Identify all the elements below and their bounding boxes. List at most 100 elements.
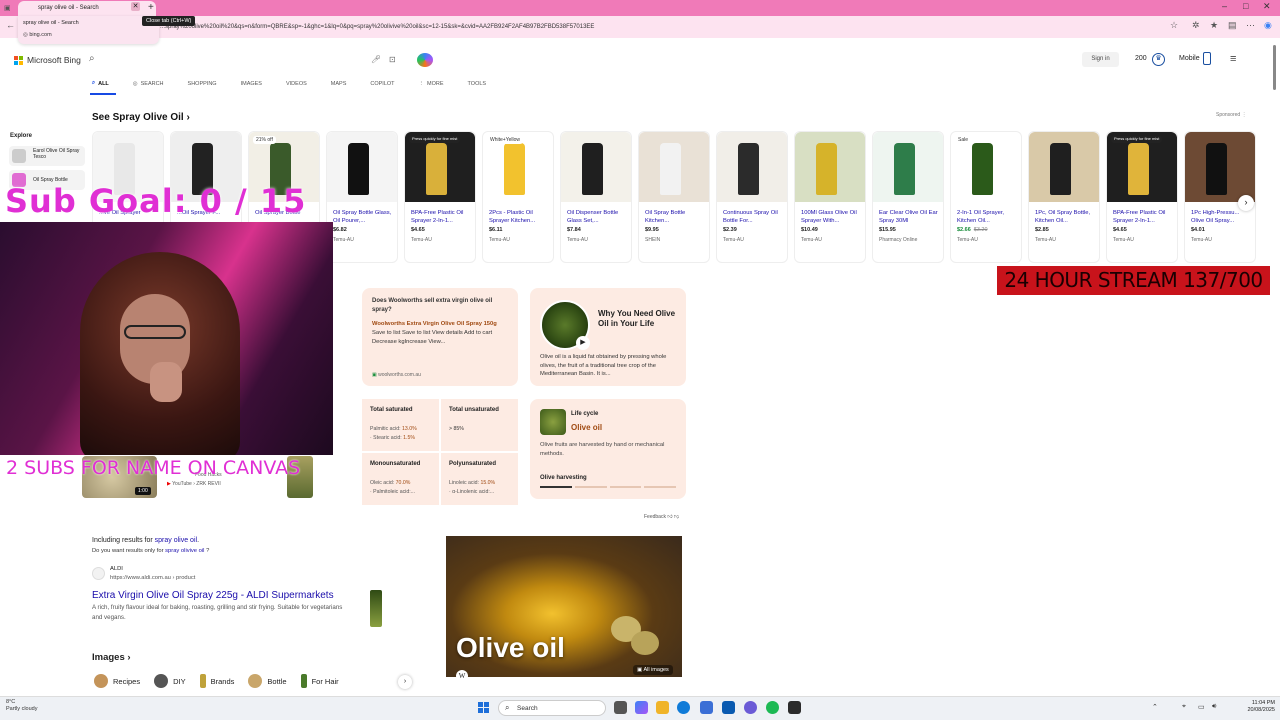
product-card[interactable]: Oil Spray Bottle Glass, Oil Pourer,... $6… [326, 131, 398, 263]
task-view-icon[interactable] [614, 701, 627, 714]
thumbs-up-icon[interactable]: 👍︎ [667, 514, 672, 520]
chips-next-button[interactable]: › [398, 675, 412, 689]
copilot-icon[interactable] [417, 53, 433, 67]
display-icon[interactable]: ▭ [1198, 703, 1205, 711]
tray-chevron-icon[interactable]: ⌃ [1152, 703, 1158, 711]
rewards-points[interactable]: 200 [1135, 55, 1147, 62]
result-thumbnail[interactable] [370, 590, 382, 627]
product-title[interactable]: BPA-Free Plastic Oil Sprayer 2-In-1... [405, 202, 475, 225]
search-icon[interactable]: ⌕ [89, 53, 95, 64]
close-tab-icon[interactable]: ✕ [131, 2, 140, 11]
olive-video-thumbnail[interactable]: ▶ [540, 300, 590, 350]
file-explorer-icon[interactable] [656, 701, 669, 714]
images-heading[interactable]: Images › [92, 652, 131, 663]
tab-search[interactable]: ◎ SEARCH [133, 80, 164, 87]
tab-maps[interactable]: MAPS [331, 80, 347, 87]
tab-copilot[interactable]: COPILOT [370, 80, 394, 87]
carousel-next-button[interactable]: › [1238, 195, 1254, 211]
product-image[interactable]: Press quickly for fine mist [405, 132, 475, 202]
product-title[interactable]: Continuous Spray Oil Bottle For... [717, 202, 787, 225]
original-query-link[interactable]: spray olivive oil [165, 548, 204, 554]
qa-card[interactable]: Does Woolworths sell extra virgin olive … [362, 288, 518, 386]
product-card[interactable]: Ear Clear Olive Oil Ear Spray 30Ml $15.95… [872, 131, 944, 263]
volume-icon[interactable]: 🔊︎ [1212, 703, 1216, 711]
explore-item[interactable]: Earol Olive Oil Spray Tesco [9, 146, 85, 166]
chip-diy[interactable]: DIY [152, 672, 192, 690]
product-image[interactable] [717, 132, 787, 202]
bing-logo[interactable]: Microsoft Bing [14, 55, 81, 65]
product-image[interactable]: White+Yellow [483, 132, 553, 202]
outlook-icon[interactable] [722, 701, 735, 714]
chip-for-hair[interactable]: For Hair [299, 672, 345, 690]
collections-icon[interactable]: ▤ [1228, 20, 1237, 31]
corrected-query-link[interactable]: spray olive oil [155, 537, 197, 544]
product-card[interactable]: Sale 2-In-1 Oil Sprayer, Kitchen Oil... $2… [950, 131, 1022, 263]
chip-recipes[interactable]: Recipes [92, 672, 146, 690]
product-image[interactable] [873, 132, 943, 202]
maximize-icon[interactable]: □ [1243, 1, 1248, 11]
tab-all[interactable]: ⌕ ALL [92, 80, 109, 87]
product-image[interactable]: Press quickly for fine mist [1107, 132, 1177, 202]
rewards-icon[interactable]: ♛ [1152, 53, 1165, 66]
product-image[interactable] [1029, 132, 1099, 202]
result-title-link[interactable]: Extra Virgin Olive Oil Spray 225g - ALDI… [92, 590, 334, 601]
result-url[interactable]: https://www.aldi.com.au › product [110, 575, 195, 581]
spotify-icon[interactable] [766, 701, 779, 714]
thumbs-down-icon[interactable]: 👎︎ [674, 514, 679, 520]
product-card[interactable]: Continuous Spray Oil Bottle For... $2.39 T… [716, 131, 788, 263]
store-icon[interactable] [700, 701, 713, 714]
microphone-icon[interactable]: 🎤︎ [371, 55, 381, 64]
page-scrollbar[interactable] [1273, 45, 1276, 90]
product-title[interactable]: Oil Spray Bottle Kitchen... [639, 202, 709, 225]
product-card[interactable]: Oil Spray Bottle Kitchen... $9.95 SHEIN [638, 131, 710, 263]
product-image[interactable]: Sale [951, 132, 1021, 202]
qa-source[interactable]: ▣ woolworths.com.au [372, 372, 421, 378]
tab-shopping[interactable]: SHOPPING [188, 80, 217, 87]
search-input[interactable] [85, 50, 410, 70]
chip-bottle[interactable]: Bottle [246, 672, 292, 690]
edge-icon[interactable] [677, 701, 690, 714]
visual-search-icon[interactable]: ⊡ [389, 55, 396, 64]
phone-icon[interactable] [1203, 52, 1211, 65]
minimize-icon[interactable]: – [1222, 1, 1227, 11]
mobile-link[interactable]: Mobile [1179, 55, 1200, 62]
extensions-icon[interactable]: ✲ [1192, 20, 1200, 31]
shopping-heading[interactable]: See Spray Olive Oil › [92, 112, 190, 123]
product-title[interactable]: 2Pcs - Plastic Oil Sprayer Kitchen... [483, 202, 553, 225]
url-field[interactable]: ...spray%20olive%20oil%20&qs=n&form=QBRE… [160, 20, 1160, 34]
life-cycle-card[interactable]: Life cycle Olive oil Olive fruits are ha… [530, 399, 686, 499]
fact-cell[interactable]: Total saturated Palmitic acid: 13.0% · Ste… [362, 399, 439, 451]
product-card[interactable]: 1Pc, Oil Spray Bottle, Kitchen Oil... $2.… [1028, 131, 1100, 263]
hamburger-menu-icon[interactable]: ≡ [1230, 53, 1236, 65]
network-icon[interactable]: ⌖ [1182, 703, 1186, 711]
more-menu-icon[interactable]: ⋯ [1246, 20, 1255, 31]
workspaces-icon[interactable]: ▣ [4, 4, 11, 12]
terminal-icon[interactable] [788, 701, 801, 714]
all-images-button[interactable]: ▣ All images [633, 665, 673, 675]
feedback-link[interactable]: Feedback 👍︎ 👎︎ [644, 514, 679, 520]
favorites-icon[interactable]: ★ [1210, 20, 1218, 31]
tab-more[interactable]: ⋮ MORE [419, 80, 444, 87]
wikipedia-icon[interactable]: W [456, 670, 468, 682]
product-title[interactable]: 100Ml Glass Olive Oil Sprayer With... [795, 202, 865, 225]
product-title[interactable]: Oil Dispenser Bottle Glass Set,... [561, 202, 631, 225]
favorite-star-icon[interactable]: ☆ [1170, 20, 1178, 31]
product-image[interactable] [639, 132, 709, 202]
close-window-icon[interactable]: ✕ [1263, 1, 1271, 12]
back-icon[interactable]: ← [6, 20, 15, 30]
tab-videos[interactable]: VIDEOS [286, 80, 307, 87]
product-title[interactable]: 1Pc, Oil Spray Bottle, Kitchen Oil... [1029, 202, 1099, 225]
windows-start-icon[interactable] [478, 702, 489, 713]
chip-brands[interactable]: Brands [198, 672, 241, 690]
tab-images[interactable]: IMAGES [241, 80, 262, 87]
product-card[interactable]: Press quickly for fine mist BPA-Free Plas… [404, 131, 476, 263]
product-image[interactable] [795, 132, 865, 202]
copilot-sidebar-icon[interactable]: ◉ [1264, 20, 1272, 31]
copilot-app-icon[interactable] [635, 701, 648, 714]
new-tab-icon[interactable]: + [148, 2, 154, 13]
product-card[interactable]: 100Ml Glass Olive Oil Sprayer With... $10… [794, 131, 866, 263]
life-cycle-progress[interactable] [540, 486, 676, 488]
tab-tools[interactable]: TOOLS [468, 80, 487, 87]
product-card[interactable]: White+Yellow 2Pcs - Plastic Oil Sprayer K… [482, 131, 554, 263]
fact-cell[interactable]: Polyunsaturated Linoleic acid: 15.0% · α-L… [441, 453, 518, 505]
